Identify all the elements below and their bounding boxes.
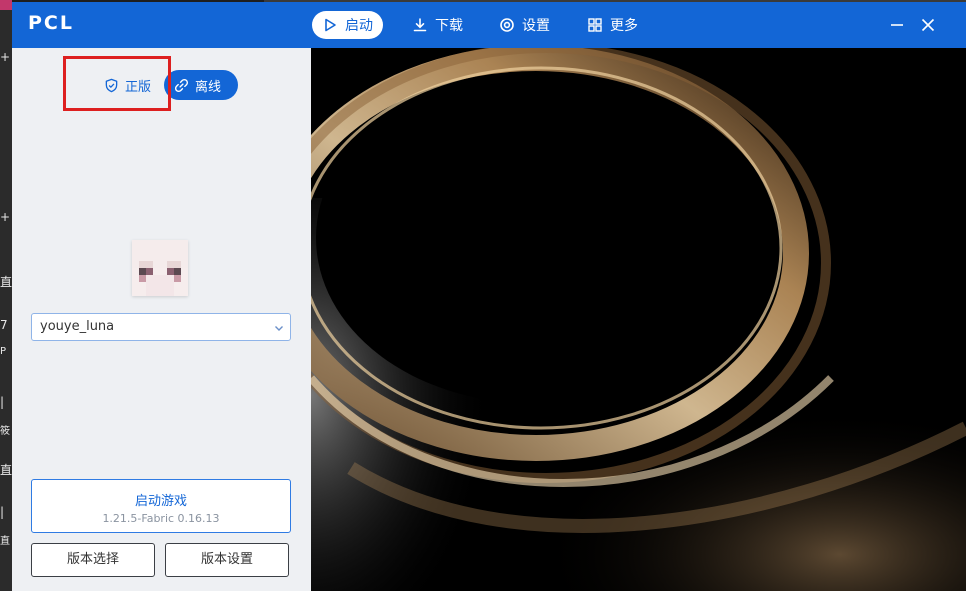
launch-game-version: 1.21.5-Fabric 0.16.13: [102, 512, 220, 525]
desktop-glyph: 直: [0, 536, 10, 547]
username-select[interactable]: youye_luna: [31, 313, 291, 341]
launch-game-label: 启动游戏: [134, 494, 187, 509]
tab-launch[interactable]: 启动: [312, 11, 383, 39]
desktop-glyph: 直: [0, 275, 12, 289]
close-icon: [921, 18, 935, 32]
close-button[interactable]: [919, 16, 937, 34]
account-panel: 正版 离线 youye_luna 启动游戏 1.21.5-Fabric 0.16…: [12, 48, 311, 591]
tab-download-label: 下载: [435, 18, 463, 34]
avatar: [132, 240, 188, 296]
launch-game-button[interactable]: 启动游戏 1.21.5-Fabric 0.16.13: [31, 479, 291, 533]
desktop-glyph: P: [0, 346, 7, 357]
download-icon: [413, 18, 427, 32]
app-title: PCL: [28, 12, 74, 34]
highlight-box: [63, 56, 171, 111]
grid-icon: [588, 18, 602, 32]
tab-more-label: 更多: [610, 18, 638, 34]
title-bar[interactable]: PCL 启动 下载 设置 更多: [12, 2, 966, 48]
desktop-glyph: |: [0, 395, 5, 409]
tab-launch-label: 启动: [345, 18, 373, 34]
desktop-color-strip: [0, 0, 12, 10]
tab-settings-label: 设置: [522, 18, 550, 34]
desktop-glyph: +: [0, 50, 11, 64]
chevron-down-icon: [275, 326, 283, 331]
desktop-glyph: 7: [0, 318, 8, 332]
version-select-button[interactable]: 版本选择: [31, 543, 155, 577]
link-icon: [174, 78, 189, 92]
desktop-glyph: 直: [0, 463, 12, 477]
desktop-background: + + 直 7 P | 筱 直 | 直: [0, 0, 12, 591]
username-value: youye_luna: [40, 319, 115, 334]
play-icon: [325, 18, 336, 32]
desktop-glyph: |: [0, 505, 5, 519]
settings-icon: [500, 18, 514, 32]
tab-download[interactable]: 下载: [402, 11, 473, 39]
tab-settings[interactable]: 设置: [489, 11, 560, 39]
desktop-glyph: +: [0, 210, 11, 224]
launcher-window: PCL 启动 下载 设置 更多 正版 离线 youye_luna 启动游戏 1.…: [12, 2, 966, 591]
version-settings-button[interactable]: 版本设置: [165, 543, 289, 577]
golden-ring-artwork: [311, 48, 966, 591]
minimize-icon: [891, 24, 903, 26]
background-artwork: [311, 48, 966, 591]
desktop-glyph: 筱: [0, 426, 10, 437]
offline-login-tab[interactable]: 离线: [164, 70, 238, 100]
minimize-button[interactable]: [888, 16, 906, 34]
offline-login-label: 离线: [195, 79, 222, 95]
tab-more[interactable]: 更多: [577, 11, 648, 39]
